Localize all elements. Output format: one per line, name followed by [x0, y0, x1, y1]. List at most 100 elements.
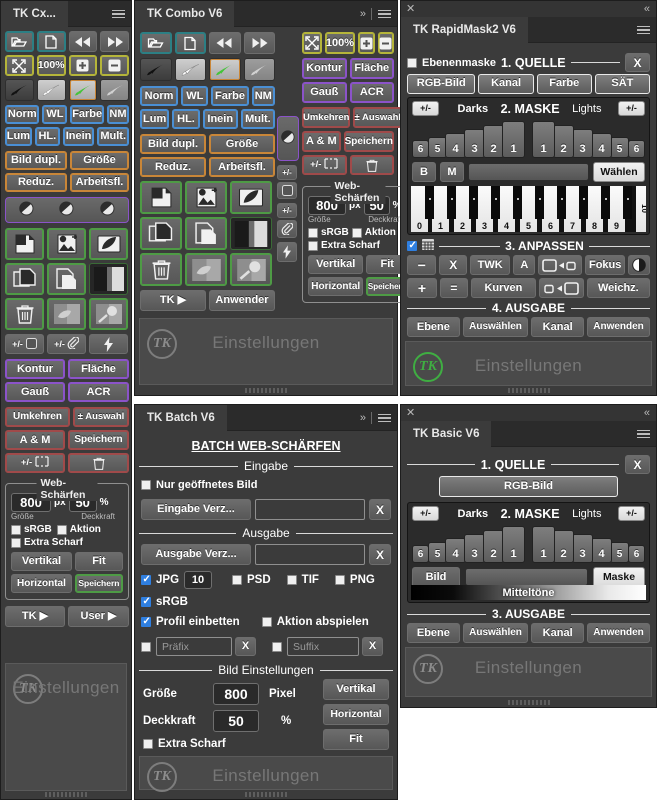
rm-zone-l2[interactable]: 2: [553, 125, 574, 158]
basic-zone-l4[interactable]: 4: [591, 538, 612, 563]
rm-zone-l4[interactable]: 4: [591, 133, 612, 158]
basic-zone-l3[interactable]: 3: [572, 534, 593, 563]
stamp-icon[interactable]: [185, 253, 227, 286]
basic-output-apply-button[interactable]: Anwenden: [587, 623, 650, 643]
basic-output-layer-button[interactable]: Ebene: [407, 623, 460, 643]
grid-icon[interactable]: [422, 239, 434, 253]
back-icon[interactable]: [68, 31, 98, 52]
batch-prefix-field[interactable]: Präfix: [156, 637, 232, 656]
tab-tk-cx[interactable]: TK Cx...: [1, 1, 68, 27]
basic-midtone-bar[interactable]: [465, 568, 588, 586]
batch-suffix-checkbox[interactable]: [272, 641, 282, 652]
rm-zone-d6[interactable]: 6: [412, 140, 429, 158]
batch-output-dir-button[interactable]: Ausgabe Verz...: [141, 544, 251, 565]
forward-icon[interactable]: [243, 32, 275, 54]
batch-input-dir-field[interactable]: [255, 499, 365, 520]
menu-icon[interactable]: [378, 7, 391, 20]
plusminus-label-2[interactable]: +/-: [277, 203, 297, 218]
open-icon[interactable]: [140, 32, 172, 54]
batch-prefix-clear-button[interactable]: X: [235, 637, 256, 656]
rm-output-select-button[interactable]: Auswählen: [462, 317, 529, 337]
blend-farbe-button[interactable]: Farbe: [211, 86, 249, 106]
square-icon[interactable]: [277, 182, 297, 199]
blend-norm-button[interactable]: Norm: [5, 105, 40, 124]
batch-input-dir-button[interactable]: Eingabe Verz...: [141, 499, 251, 520]
plusminus-selection-button[interactable]: +/-: [5, 334, 44, 354]
zoom-100-button[interactable]: 100%: [324, 32, 356, 54]
flatten-button[interactable]: Reduz.: [5, 173, 67, 192]
brush-black-icon[interactable]: [140, 58, 172, 81]
save-selection-button[interactable]: Speichern: [343, 131, 394, 152]
zoom-in-icon[interactable]: [68, 55, 98, 76]
new-layer-icon[interactable]: [5, 228, 44, 260]
rm-zone-d2[interactable]: 2: [483, 125, 504, 158]
rm-resize-grip[interactable]: [507, 388, 550, 393]
am-button[interactable]: A & M: [302, 131, 341, 152]
trash-icon[interactable]: [140, 253, 182, 286]
blend-wl-button[interactable]: WL: [181, 86, 209, 106]
image-size-button[interactable]: Größe: [70, 151, 129, 170]
image-size-button[interactable]: Größe: [209, 134, 275, 154]
batch-suffix-clear-button[interactable]: X: [362, 637, 383, 656]
basic-zone-d1[interactable]: 1: [502, 526, 525, 563]
forward-icon[interactable]: [100, 31, 129, 52]
blend-hl-button[interactable]: HL.: [172, 109, 200, 129]
basic-output-channel-button[interactable]: Kanal: [531, 623, 585, 643]
zoom-100-button[interactable]: 100%: [36, 55, 66, 76]
basic-zone-l6[interactable]: 6: [628, 545, 645, 563]
basic-plusminus-lights-button[interactable]: +/-: [617, 506, 645, 521]
cx-srgb-checkbox[interactable]: [11, 524, 21, 535]
rm-plusminus-darks-button[interactable]: +/-: [412, 101, 439, 116]
acr-button[interactable]: ACR: [68, 382, 129, 402]
menu-icon[interactable]: [637, 23, 650, 36]
delete-selection-icon[interactable]: [349, 155, 394, 175]
brush-grey-icon[interactable]: [243, 58, 275, 81]
rm-anpassen-checkbox[interactable]: [407, 240, 417, 251]
rm-x-button[interactable]: X: [439, 255, 467, 275]
menu-icon[interactable]: [637, 427, 650, 440]
adjust-levels-icon[interactable]: [58, 200, 75, 220]
cx-horizontal-button[interactable]: Horizontal: [11, 574, 72, 593]
plusminus-marquee-button[interactable]: +/-: [302, 155, 347, 175]
rm-zone-d3[interactable]: 3: [464, 129, 485, 158]
dodge-burn-icon[interactable]: [230, 253, 272, 286]
basic-close-section-button[interactable]: X: [625, 455, 650, 474]
open-icon[interactable]: [5, 31, 34, 52]
batch-srgb-checkbox[interactable]: [141, 596, 151, 607]
batch-horizontal-button[interactable]: Horizontal: [323, 704, 389, 725]
menu-icon[interactable]: [378, 411, 391, 424]
batch-opacity-field[interactable]: 50: [213, 710, 259, 732]
basic-zone-l1[interactable]: 1: [532, 526, 555, 563]
blend-farbe-button[interactable]: Farbe: [70, 105, 104, 124]
brush-green-icon[interactable]: [209, 58, 241, 81]
batch-resize-grip[interactable]: [245, 792, 287, 797]
rm-settings-label[interactable]: Einstellungen: [406, 356, 651, 376]
batch-profile-checkbox[interactable]: [141, 616, 151, 627]
blend-mult-button[interactable]: Mult.: [240, 109, 276, 129]
rm-zone-d1[interactable]: 1: [502, 121, 525, 158]
new-document-icon[interactable]: [36, 31, 66, 52]
basic-resize-grip[interactable]: [507, 700, 550, 705]
rect-to-small-icon[interactable]: [538, 255, 583, 275]
plusminus-marquee-button[interactable]: +/-: [5, 453, 65, 473]
cx-vertical-button[interactable]: Vertikal: [11, 552, 72, 571]
modify-selection-button[interactable]: ± Auswahl: [353, 107, 403, 128]
batch-action-checkbox[interactable]: [261, 617, 272, 627]
adjustment-layer-icon[interactable]: [89, 228, 128, 260]
batch-output-dir-field[interactable]: [255, 544, 365, 565]
tab-tk-basic[interactable]: TK Basic V6: [401, 421, 492, 447]
copy-layer-icon[interactable]: [185, 217, 227, 250]
blend-inein-button[interactable]: Inein: [62, 127, 95, 146]
rm-zone-l1[interactable]: 1: [532, 121, 555, 158]
basic-zone-d4[interactable]: 4: [445, 538, 466, 563]
stamp-icon[interactable]: [47, 298, 86, 330]
collapse-icon[interactable]: «: [644, 405, 650, 421]
basic-zone-l2[interactable]: 2: [553, 530, 574, 563]
close-icon[interactable]: ✕: [406, 406, 415, 420]
combo-aktion-checkbox[interactable]: [351, 227, 362, 238]
split-tone-icon[interactable]: [230, 217, 272, 250]
menu-icon[interactable]: [112, 7, 125, 20]
canvas-size-button[interactable]: Arbeitsfl.: [209, 157, 275, 177]
basic-settings-label[interactable]: Einstellungen: [406, 658, 651, 678]
dodge-burn-icon[interactable]: [89, 298, 128, 330]
